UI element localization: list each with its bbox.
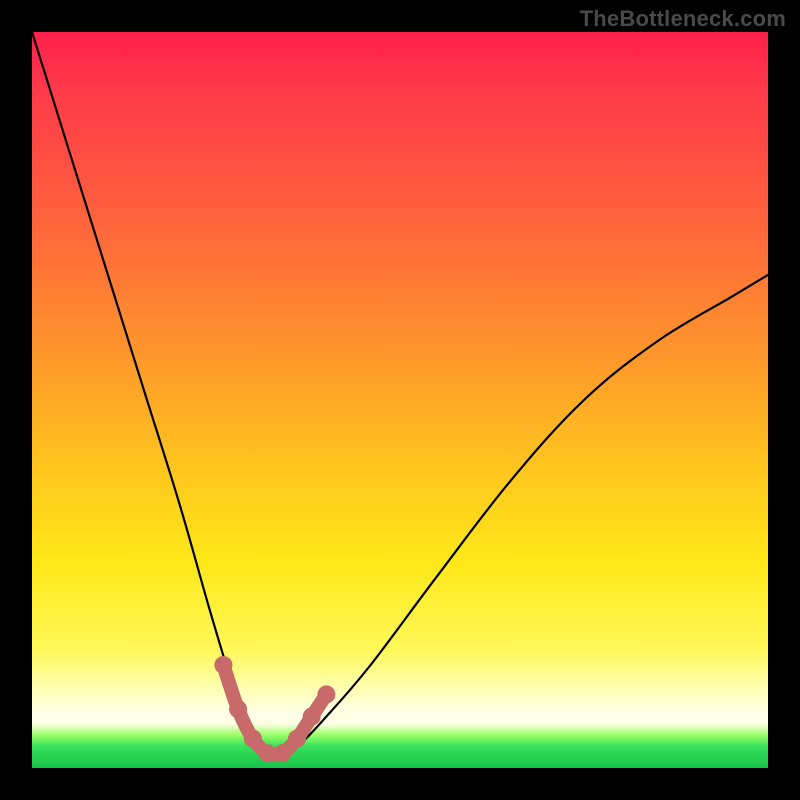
optimal-range-dot <box>273 744 291 762</box>
optimal-range-dot <box>303 708 321 726</box>
optimal-range-dot <box>229 700 247 718</box>
watermark-text: TheBottleneck.com <box>580 6 786 32</box>
curve-svg <box>32 32 768 768</box>
optimal-range-dot <box>244 730 262 748</box>
bottleneck-curve <box>32 32 768 753</box>
plot-area <box>32 32 768 768</box>
optimal-range-dot <box>317 685 335 703</box>
optimal-range-dot <box>214 656 232 674</box>
chart-frame: TheBottleneck.com <box>0 0 800 800</box>
optimal-range-dot <box>288 730 306 748</box>
